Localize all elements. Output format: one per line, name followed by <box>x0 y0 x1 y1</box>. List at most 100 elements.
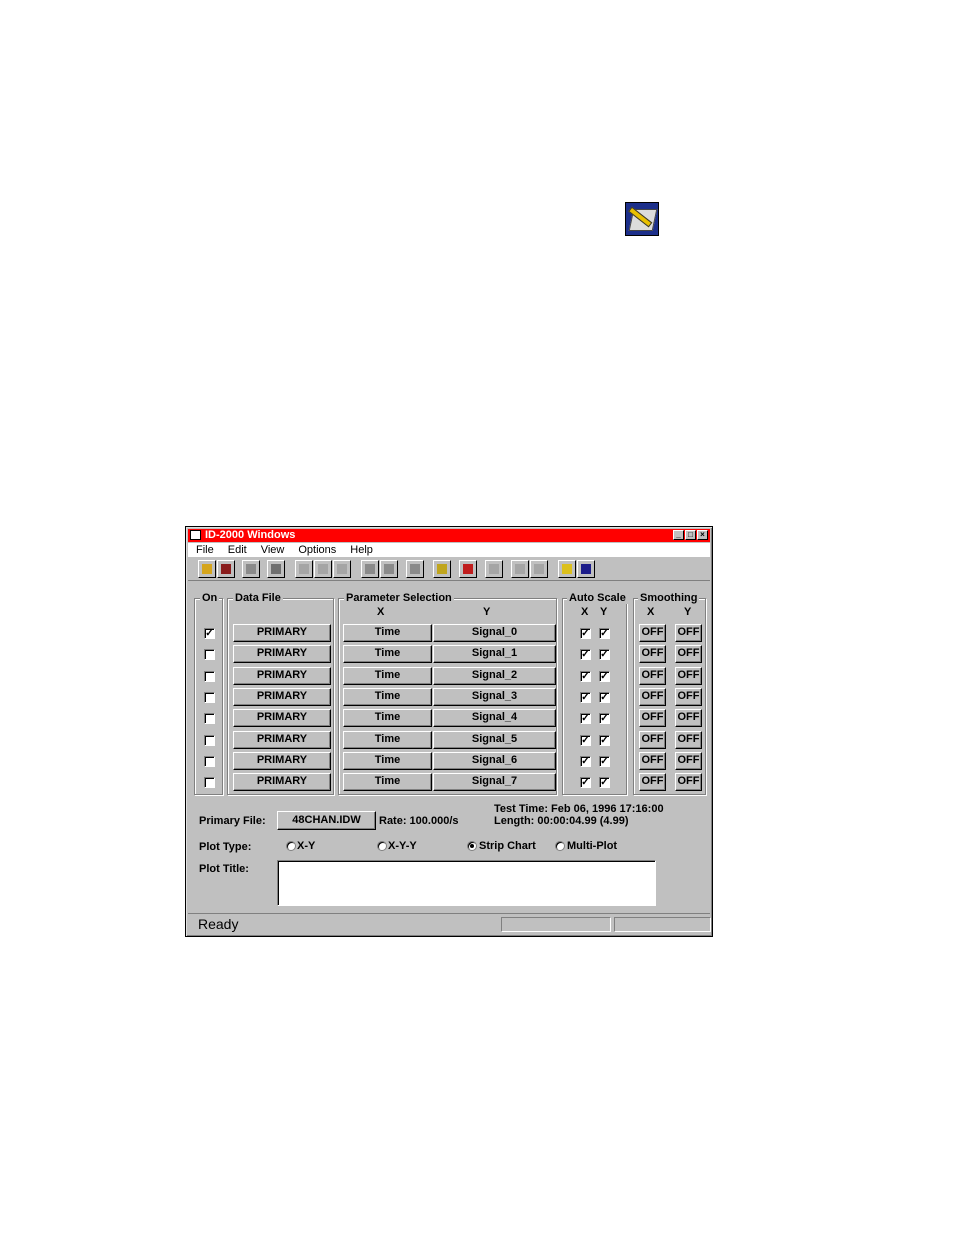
on-checkbox[interactable] <box>204 649 215 660</box>
param-y-button[interactable]: Signal_5 <box>433 731 556 749</box>
plot-type-multi-plot-label[interactable]: Multi-Plot <box>567 840 617 852</box>
title-bar[interactable]: ID-2000 Windows _ □ × <box>188 529 710 542</box>
auto-scale-y-checkbox[interactable]: ✓ <box>599 735 610 746</box>
auto-scale-x-checkbox[interactable]: ✓ <box>580 649 591 660</box>
fft-button[interactable] <box>333 560 351 578</box>
cursor-a-button[interactable] <box>511 560 529 578</box>
zoom-100-button[interactable] <box>380 560 398 578</box>
menu-file[interactable]: File <box>188 543 220 557</box>
auto-scale-y-checkbox[interactable]: ✓ <box>599 649 610 660</box>
report-button[interactable] <box>406 560 424 578</box>
primary-file-button[interactable]: 48CHAN.IDW <box>277 811 376 830</box>
save-button[interactable] <box>217 560 235 578</box>
maximize-button[interactable]: □ <box>685 530 696 540</box>
auto-scale-y-checkbox[interactable]: ✓ <box>599 628 610 639</box>
data-file-button[interactable]: PRIMARY <box>233 709 331 727</box>
param-y-button[interactable]: Signal_0 <box>433 624 556 642</box>
param-y-button[interactable]: Signal_2 <box>433 667 556 685</box>
auto-scale-y-checkbox[interactable]: ✓ <box>599 713 610 724</box>
auto-scale-y-checkbox[interactable]: ✓ <box>599 671 610 682</box>
hand-button[interactable] <box>485 560 503 578</box>
plot-type-xyy-radio[interactable] <box>377 841 387 851</box>
on-checkbox[interactable] <box>204 713 215 724</box>
data-file-button[interactable]: PRIMARY <box>233 624 331 642</box>
smoothing-x-button[interactable]: OFF <box>639 709 666 727</box>
smoothing-x-button[interactable]: OFF <box>639 773 666 791</box>
minimize-button[interactable]: _ <box>673 530 684 540</box>
plot-title-input[interactable] <box>277 860 656 906</box>
auto-scale-x-checkbox[interactable]: ✓ <box>580 671 591 682</box>
plot-line-button[interactable] <box>314 560 332 578</box>
on-checkbox[interactable] <box>204 777 215 788</box>
smoothing-y-button[interactable]: OFF <box>675 731 702 749</box>
smoothing-x-button[interactable]: OFF <box>639 688 666 706</box>
data-file-button[interactable]: PRIMARY <box>233 688 331 706</box>
param-x-button[interactable]: Time <box>343 688 432 706</box>
cursor-b-button[interactable] <box>530 560 548 578</box>
open-folder-button[interactable] <box>198 560 216 578</box>
param-x-button[interactable]: Time <box>343 645 432 663</box>
on-checkbox[interactable] <box>204 692 215 703</box>
smoothing-y-button[interactable]: OFF <box>675 709 702 727</box>
context-help-button[interactable] <box>577 560 595 578</box>
on-checkbox[interactable] <box>204 671 215 682</box>
plot-type-strip-chart-radio[interactable] <box>467 841 477 851</box>
plot-type-multi-plot-radio[interactable] <box>555 841 565 851</box>
auto-scale-x-checkbox[interactable]: ✓ <box>580 713 591 724</box>
print-button[interactable] <box>267 560 285 578</box>
auto-scale-x-checkbox[interactable]: ✓ <box>580 692 591 703</box>
data-file-button[interactable]: PRIMARY <box>233 773 331 791</box>
plot-xy-button[interactable] <box>295 560 313 578</box>
auto-scale-x-checkbox[interactable]: ✓ <box>580 777 591 788</box>
param-x-button[interactable]: Time <box>343 731 432 749</box>
menu-view[interactable]: View <box>253 543 291 557</box>
auto-scale-x-checkbox[interactable]: ✓ <box>580 756 591 767</box>
data-file-button[interactable]: PRIMARY <box>233 731 331 749</box>
record-button[interactable] <box>459 560 477 578</box>
plot-type-strip-chart-label[interactable]: Strip Chart <box>479 840 536 852</box>
menu-options[interactable]: Options <box>290 543 342 557</box>
param-y-button[interactable]: Signal_7 <box>433 773 556 791</box>
param-x-button[interactable]: Time <box>343 773 432 791</box>
plot-type-xy-label[interactable]: X-Y <box>297 840 315 852</box>
on-checkbox[interactable]: ✓ <box>204 628 215 639</box>
param-y-button[interactable]: Signal_6 <box>433 752 556 770</box>
auto-scale-x-checkbox[interactable]: ✓ <box>580 628 591 639</box>
copy-button[interactable] <box>242 560 260 578</box>
param-y-button[interactable]: Signal_4 <box>433 709 556 727</box>
zoom-in-button[interactable] <box>361 560 379 578</box>
app-icon[interactable] <box>190 530 201 540</box>
list-button[interactable] <box>433 560 451 578</box>
param-y-button[interactable]: Signal_1 <box>433 645 556 663</box>
close-button[interactable]: × <box>697 530 708 540</box>
smoothing-y-button[interactable]: OFF <box>675 688 702 706</box>
smoothing-y-button[interactable]: OFF <box>675 773 702 791</box>
smoothing-x-button[interactable]: OFF <box>639 645 666 663</box>
smoothing-y-button[interactable]: OFF <box>675 752 702 770</box>
menu-edit[interactable]: Edit <box>220 543 253 557</box>
auto-scale-x-checkbox[interactable]: ✓ <box>580 735 591 746</box>
auto-scale-y-checkbox[interactable]: ✓ <box>599 692 610 703</box>
param-x-button[interactable]: Time <box>343 624 432 642</box>
on-checkbox[interactable] <box>204 756 215 767</box>
auto-scale-y-checkbox[interactable]: ✓ <box>599 756 610 767</box>
help-button[interactable] <box>558 560 576 578</box>
smoothing-x-button[interactable]: OFF <box>639 624 666 642</box>
plot-type-xyy-label[interactable]: X-Y-Y <box>388 840 417 852</box>
menu-help[interactable]: Help <box>342 543 379 557</box>
smoothing-y-button[interactable]: OFF <box>675 624 702 642</box>
smoothing-y-button[interactable]: OFF <box>675 667 702 685</box>
smoothing-y-button[interactable]: OFF <box>675 645 702 663</box>
param-x-button[interactable]: Time <box>343 709 432 727</box>
smoothing-x-button[interactable]: OFF <box>639 667 666 685</box>
on-checkbox[interactable] <box>204 735 215 746</box>
data-file-button[interactable]: PRIMARY <box>233 645 331 663</box>
data-file-button[interactable]: PRIMARY <box>233 667 331 685</box>
auto-scale-y-checkbox[interactable]: ✓ <box>599 777 610 788</box>
param-x-button[interactable]: Time <box>343 667 432 685</box>
smoothing-x-button[interactable]: OFF <box>639 752 666 770</box>
plot-editor-app-icon[interactable] <box>625 202 659 236</box>
plot-type-xy-radio[interactable] <box>286 841 296 851</box>
param-y-button[interactable]: Signal_3 <box>433 688 556 706</box>
smoothing-x-button[interactable]: OFF <box>639 731 666 749</box>
